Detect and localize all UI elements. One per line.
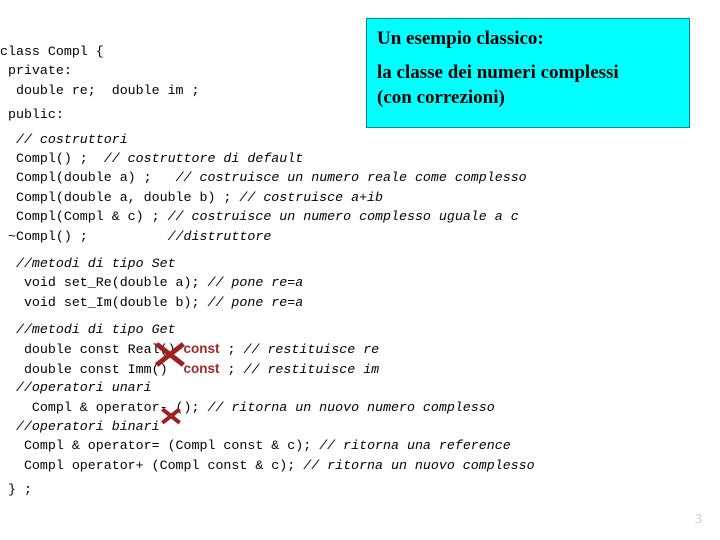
code-line: Compl(double a, double b) ; // costruisc…	[0, 188, 720, 207]
code-line: Compl() ; // costruttore di default	[0, 149, 720, 168]
code-line: //operatori unari	[0, 378, 720, 397]
code-comment: //operatori binari	[0, 419, 160, 435]
code-comment: // pone re=a	[207, 294, 304, 310]
code-comment: // costruttori	[0, 131, 128, 147]
code-comment: //metodi di tipo Set	[0, 255, 176, 271]
code-text: double const Imm()	[0, 361, 184, 377]
code-text: void set_Im(double b);	[0, 294, 208, 310]
code-text: private:	[0, 63, 72, 79]
code-line: //metodi di tipo Get	[0, 320, 720, 339]
code-text: ;	[219, 361, 244, 377]
code-text: Compl(Compl & c) ;	[0, 209, 168, 225]
code-line: void set_Re(double a); // pone re=a	[0, 273, 720, 292]
code-text: double const Real()	[0, 342, 184, 358]
code-line: //metodi di tipo Set	[0, 254, 720, 273]
code-text: Compl & operator- ();	[0, 399, 208, 415]
code-line: double const Real() const ; // restituis…	[0, 339, 720, 358]
code-line: void set_Im(double b); // pone re=a	[0, 293, 720, 312]
code-comment: // costruisce un numero reale come compl…	[175, 170, 527, 186]
code-comment: // restituisce re	[243, 342, 380, 358]
code-text: void set_Re(double a);	[0, 275, 208, 291]
slide-canvas: Un esempio classico: la classe dei numer…	[0, 0, 720, 540]
code-text: ~Compl() ;	[0, 228, 168, 244]
red-const-keyword: const	[183, 360, 220, 376]
code-comment: //operatori unari	[0, 380, 152, 396]
red-const-keyword: const	[183, 341, 220, 357]
page-number: 3	[695, 512, 702, 527]
code-line: Compl operator+ (Compl const & c); // ri…	[0, 456, 720, 475]
code-line: public:	[0, 105, 720, 124]
code-text: Compl(double a) ;	[0, 170, 176, 186]
code-text: ;	[219, 342, 244, 358]
code-text: Compl & operator= (Compl const & c);	[0, 438, 320, 454]
code-line: Compl & operator= (Compl const & c); // …	[0, 436, 720, 455]
code-line: // costruttori	[0, 130, 720, 149]
code-line: double re; double im ;	[0, 81, 720, 100]
code-text: Compl() ;	[0, 150, 104, 166]
code-comment: // costruisce a+ib	[239, 189, 384, 205]
code-comment: // ritorna un nuovo complesso	[303, 457, 535, 473]
code-comment: //metodi di tipo Get	[0, 322, 176, 338]
code-text: } ;	[0, 482, 32, 498]
code-text: class Compl {	[0, 44, 104, 59]
code-line: //operatori binari	[0, 417, 720, 436]
code-line: private:	[0, 61, 720, 80]
code-comment: // restituisce im	[243, 361, 380, 377]
code-comment: //distruttore	[167, 228, 272, 244]
code-line: double const Imm() const ; // restituisc…	[0, 359, 720, 378]
code-line: class Compl {	[0, 42, 720, 61]
code-line: ~Compl() ; //distruttore	[0, 227, 720, 246]
code-comment: // costruttore di default	[103, 150, 304, 166]
code-line: Compl(Compl & c) ; // costruisce un nume…	[0, 207, 720, 226]
code-listing: class Compl { private: double re; double…	[0, 42, 720, 500]
code-text: Compl operator+ (Compl const & c);	[0, 457, 304, 473]
code-comment: // pone re=a	[207, 275, 304, 291]
code-line: Compl(double a) ; // costruisce un numer…	[0, 168, 720, 187]
code-comment: // ritorna una reference	[319, 438, 511, 454]
code-text: double re; double im ;	[0, 82, 200, 98]
code-line: Compl & operator- (); // ritorna un nuov…	[0, 398, 720, 417]
code-text: public:	[0, 107, 64, 123]
code-text: Compl(double a, double b) ;	[0, 189, 240, 205]
code-comment: // ritorna un nuovo numero complesso	[207, 399, 495, 415]
code-line: } ;	[0, 480, 720, 499]
code-comment: // costruisce un numero complesso uguale…	[167, 209, 519, 225]
